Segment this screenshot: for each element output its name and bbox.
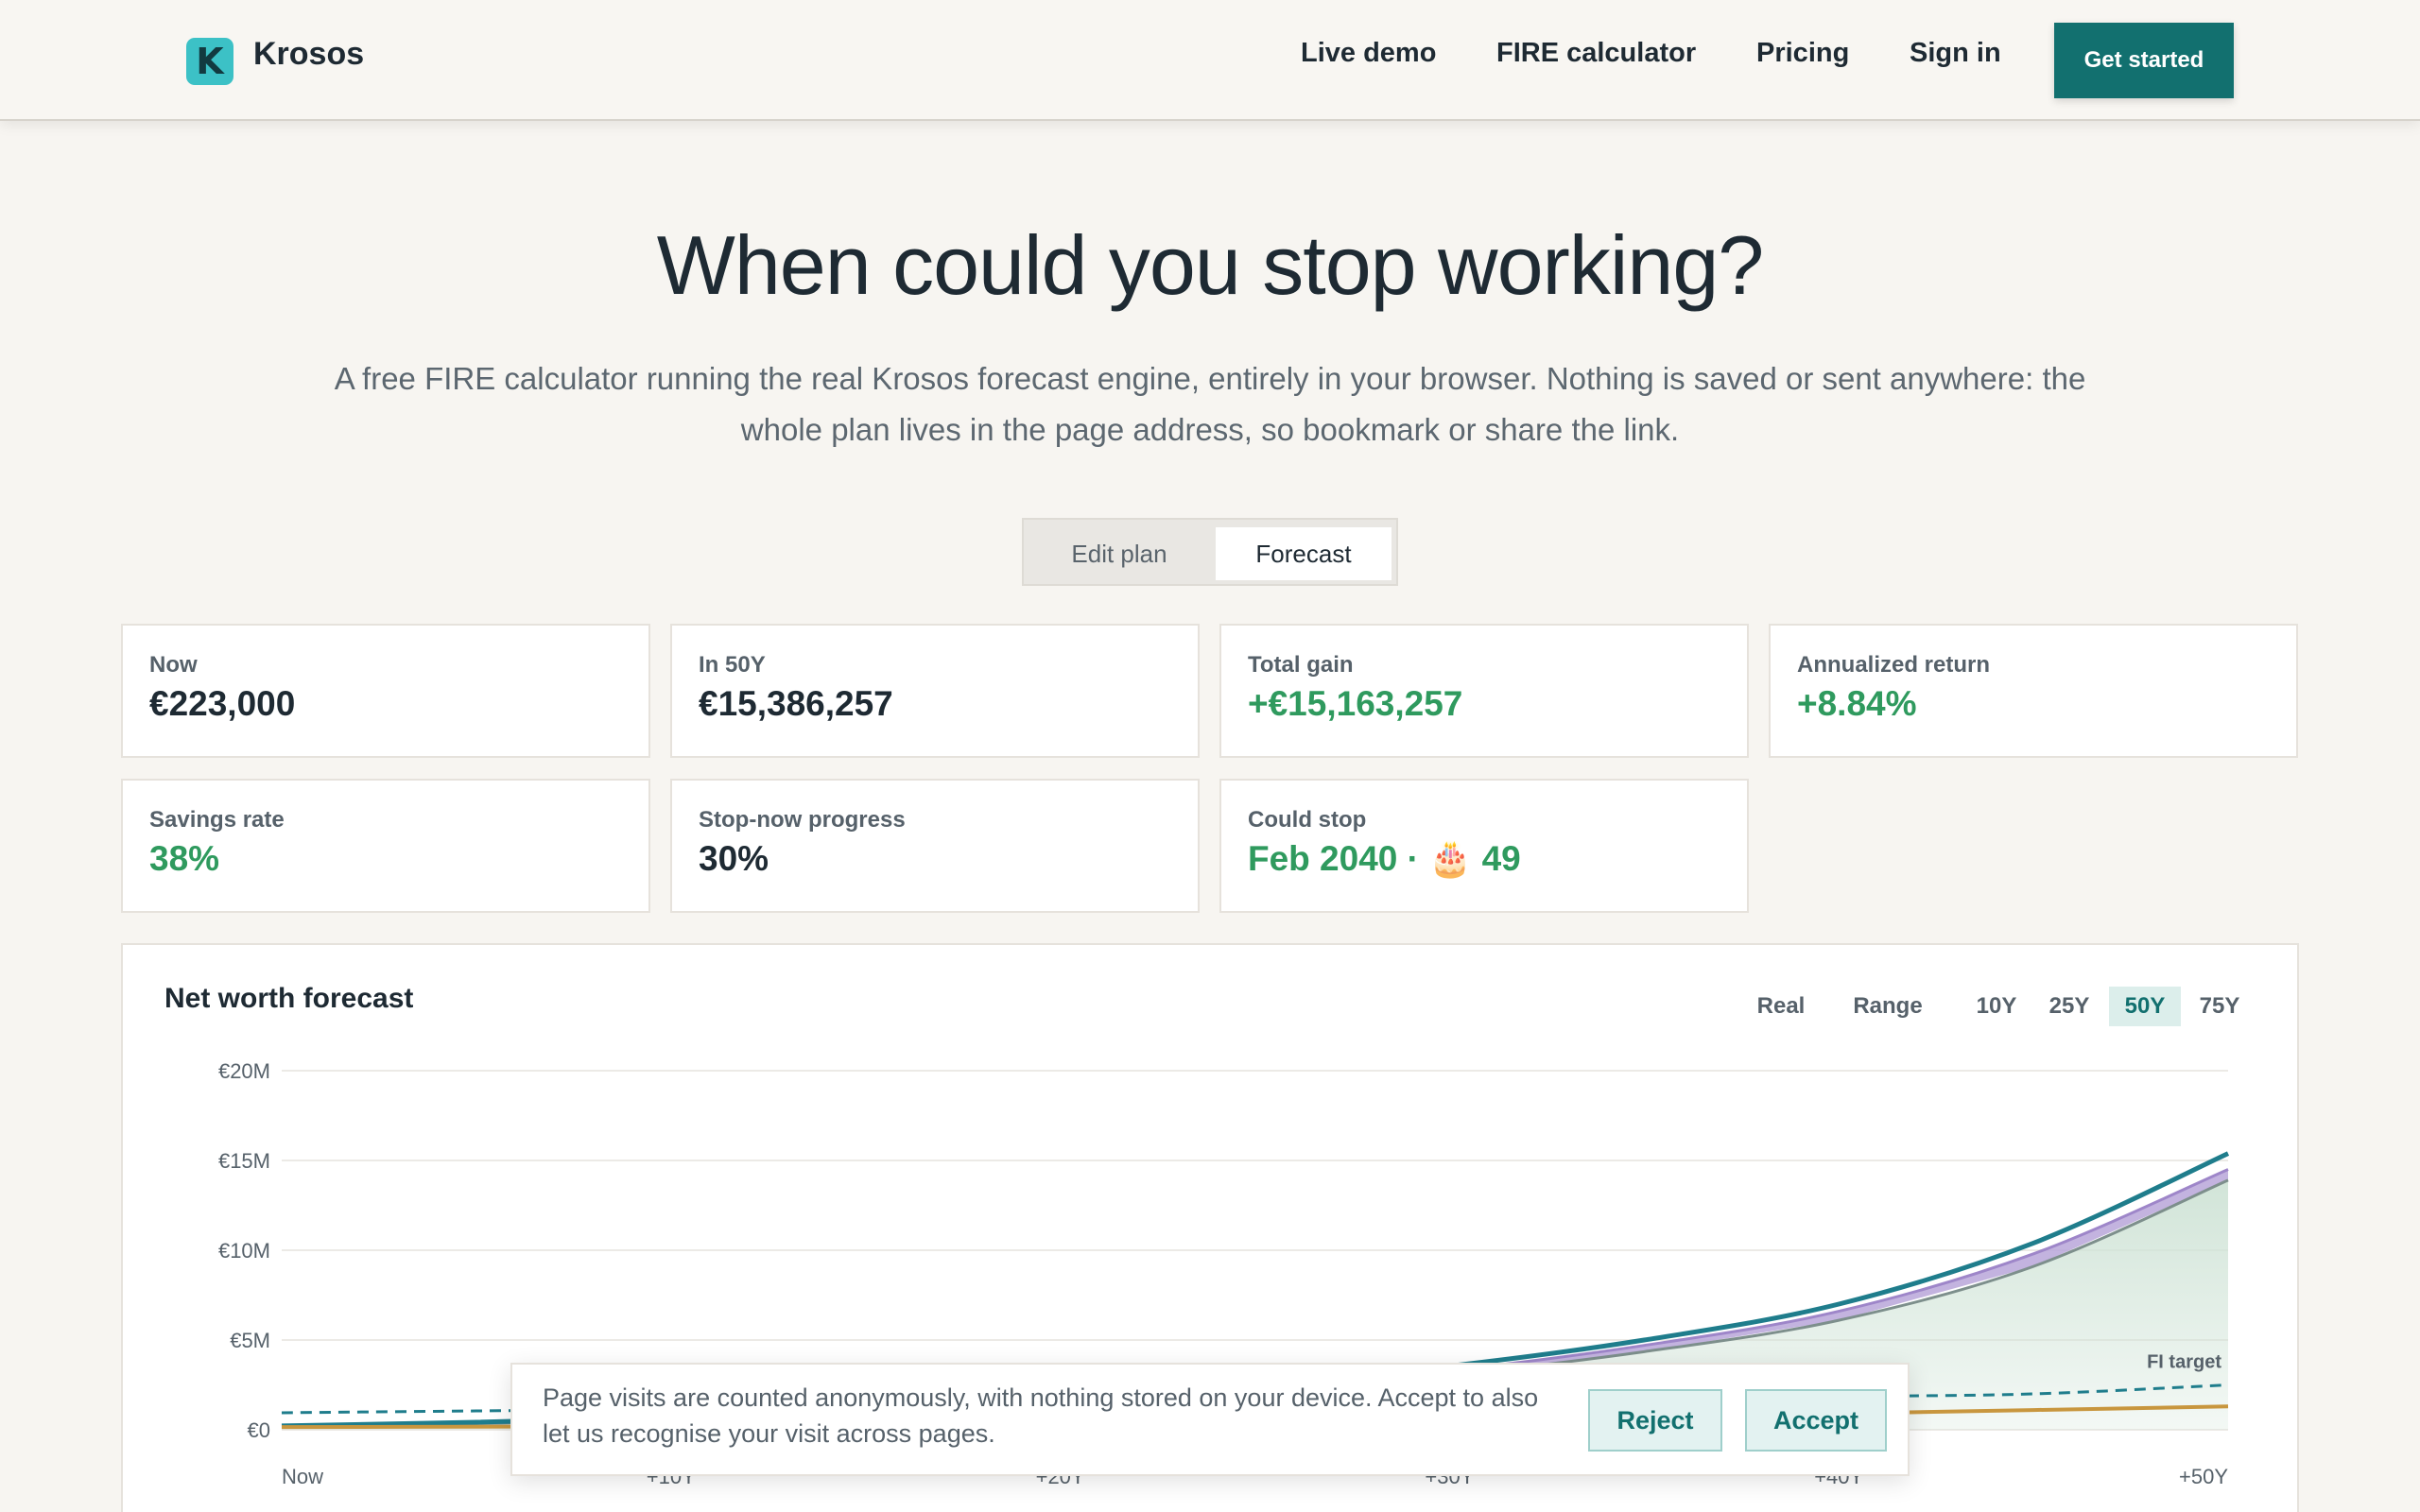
- y-tick-label: €0: [248, 1418, 270, 1442]
- x-tick-label: Now: [282, 1465, 323, 1488]
- y-tick-label: €20M: [218, 1059, 270, 1083]
- reject-button[interactable]: Reject: [1588, 1389, 1722, 1452]
- net-worth-chart: €0€5M€10M€15M€20MNow +10Y +20Y +30Y +40Y +50Y…: [218, 1059, 2230, 1488]
- y-tick-label: €5M: [230, 1329, 270, 1352]
- fi-target-label: FI target: [2147, 1352, 2221, 1373]
- y-tick-label: €15M: [218, 1149, 270, 1173]
- cookie-text: Page visits are counted anonymously, wit…: [543, 1383, 1539, 1448]
- x-tick-label: +50Y: [2179, 1465, 2228, 1488]
- accept-button[interactable]: Accept: [1745, 1389, 1887, 1452]
- cookie-banner: Page visits are counted anonymously, wit…: [510, 1363, 1910, 1476]
- y-tick-label: €10M: [218, 1239, 270, 1263]
